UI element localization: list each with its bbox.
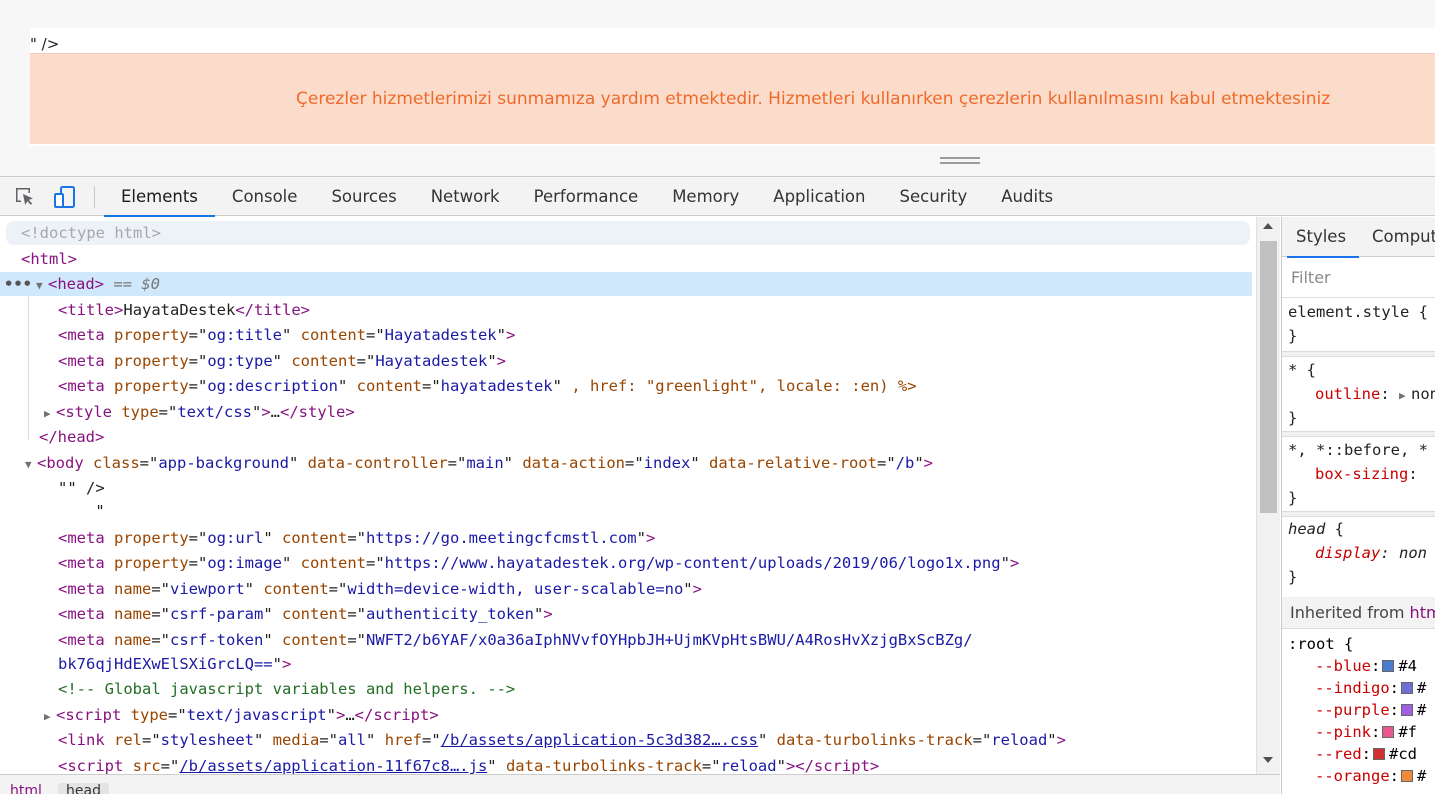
color-swatch[interactable] bbox=[1401, 770, 1413, 782]
color-swatch[interactable] bbox=[1382, 726, 1395, 738]
devtools-toolbar: Elements Console Sources Network Perform… bbox=[0, 176, 1435, 217]
dom-node-meta-og-title[interactable]: <meta property="og:title" content="Hayat… bbox=[0, 323, 1252, 347]
title-text: HayataDestek bbox=[123, 301, 236, 319]
inherited-from-header: Inherited from htm bbox=[1282, 597, 1435, 629]
tab-security[interactable]: Security bbox=[883, 177, 985, 216]
dom-node-meta-og-image[interactable]: <meta property="og:image" content="https… bbox=[0, 551, 1252, 575]
scroll-down-icon[interactable] bbox=[1263, 757, 1273, 763]
dom-node-link-stylesheet[interactable]: <link rel="stylesheet" media="all" href=… bbox=[0, 728, 1252, 752]
tab-performance[interactable]: Performance bbox=[517, 177, 656, 216]
doctype-text: <!doctype html> bbox=[21, 224, 161, 242]
script-link[interactable]: /b/assets/application-11f67c8….js bbox=[179, 757, 487, 774]
head-open-tag: <head> bbox=[48, 275, 104, 293]
tab-application[interactable]: Application bbox=[756, 177, 882, 216]
elements-scrollbar[interactable] bbox=[1256, 217, 1280, 774]
html-open-tag: <html> bbox=[21, 250, 77, 268]
dom-node-meta-og-description[interactable]: <meta property="og:description" content=… bbox=[0, 374, 1252, 398]
rule-box-sizing[interactable]: *, *::before, * box-sizing: } bbox=[1282, 438, 1435, 510]
stray-text: " /> bbox=[30, 35, 60, 53]
dom-node-meta-viewport[interactable]: <meta name="viewport" content="width=dev… bbox=[0, 577, 1252, 601]
rule-head[interactable]: head { display: non } bbox=[1282, 517, 1435, 589]
head-close-tag: </head> bbox=[39, 428, 105, 446]
expand-triangle-right-icon[interactable]: ▶ bbox=[1399, 384, 1411, 408]
elements-panel: <!doctype html> <html> ••• ▼ <head> == $0 … bbox=[0, 217, 1256, 774]
breadcrumb: html head bbox=[0, 774, 1280, 794]
dom-node-body[interactable]: ▼ <body class="app-background" data-contr… bbox=[0, 451, 1252, 475]
tab-memory[interactable]: Memory bbox=[655, 177, 756, 216]
device-toolbar-icon[interactable] bbox=[53, 185, 77, 209]
toolbar-separator bbox=[94, 186, 95, 208]
tab-console[interactable]: Console bbox=[215, 177, 315, 216]
rule-root[interactable]: :root { --blue: #4 --indigo: # --purple: # … bbox=[1282, 633, 1435, 787]
drawer-resize-handle[interactable] bbox=[940, 157, 980, 164]
scroll-up-icon[interactable] bbox=[1263, 223, 1273, 229]
breadcrumb-head[interactable]: head bbox=[58, 783, 109, 794]
inherited-from-link[interactable]: htm bbox=[1410, 603, 1435, 622]
styles-tabs: Styles Comput bbox=[1282, 217, 1435, 258]
dom-node-meta-og-url[interactable]: <meta property="og:url" content="https:/… bbox=[0, 526, 1252, 550]
devtools-tabs: Elements Console Sources Network Perform… bbox=[104, 177, 1070, 217]
dom-node-meta-csrf-param[interactable]: <meta name="csrf-param" content="authent… bbox=[0, 602, 1252, 626]
cookie-banner-text: Çerezler hizmetlerimizi sunmamıza yardım… bbox=[296, 89, 1331, 109]
page-content: " /> Çerezler hizmetlerimizi sunmamıza y… bbox=[30, 28, 1435, 146]
color-swatch[interactable] bbox=[1401, 682, 1413, 694]
tab-styles[interactable]: Styles bbox=[1286, 217, 1360, 258]
dom-text-node[interactable]: " bbox=[0, 499, 1252, 523]
styles-filter-input[interactable] bbox=[1282, 258, 1435, 298]
ellipsis-icon[interactable]: ••• bbox=[0, 275, 32, 293]
expand-triangle-right-icon[interactable]: ▶ bbox=[44, 402, 56, 426]
stylesheet-link[interactable]: /b/assets/application-5c3d382….css bbox=[441, 731, 758, 749]
title-tag-name: title bbox=[67, 301, 115, 319]
expand-triangle-right-icon[interactable]: ▶ bbox=[44, 705, 56, 729]
rule-separator bbox=[1282, 351, 1435, 357]
page-viewport: " /> Çerezler hizmetlerimizi sunmamıza y… bbox=[0, 0, 1435, 176]
expand-triangle-down-icon[interactable]: ▼ bbox=[25, 453, 37, 477]
dom-node-style[interactable]: ▶ <style type="text/css">…</style> bbox=[0, 400, 1252, 424]
color-swatch[interactable] bbox=[1382, 660, 1395, 672]
scroll-thumb[interactable] bbox=[1260, 241, 1277, 513]
dom-node-comment[interactable]: <!-- Global javascript variables and hel… bbox=[0, 677, 1252, 701]
expand-triangle-down-icon[interactable]: ▼ bbox=[36, 274, 48, 298]
tab-sources[interactable]: Sources bbox=[314, 177, 413, 216]
rule-separator bbox=[1282, 431, 1435, 437]
inspect-element-icon[interactable] bbox=[13, 185, 37, 209]
rule-element-style[interactable]: element.style { } bbox=[1282, 300, 1435, 348]
dom-node-head[interactable]: ••• ▼ <head> == $0 bbox=[0, 272, 1252, 296]
tab-network[interactable]: Network bbox=[414, 177, 517, 216]
dom-text-node[interactable]: "" /> bbox=[0, 476, 1252, 500]
color-swatch[interactable] bbox=[1401, 704, 1413, 716]
color-swatch[interactable] bbox=[1373, 748, 1386, 760]
dom-node-doctype[interactable]: <!doctype html> bbox=[6, 221, 1250, 245]
rule-universal[interactable]: * { outline: ▶non } bbox=[1282, 358, 1435, 430]
tab-computed[interactable]: Comput bbox=[1372, 217, 1435, 257]
dom-node-script-inline[interactable]: ▶ <script type="text/javascript">…</scrip… bbox=[0, 703, 1252, 727]
dom-node-title[interactable]: <title>HayataDestek</title> bbox=[0, 298, 1252, 322]
tab-elements[interactable]: Elements bbox=[104, 177, 215, 217]
styles-pane: Styles Comput element.style { } * { outl… bbox=[1281, 217, 1435, 794]
dom-node-meta-csrf-token-cont[interactable]: bk76qjHdEXwElSXiGrcLQ=="> bbox=[0, 652, 1252, 676]
breadcrumb-html[interactable]: html bbox=[2, 783, 50, 794]
selected-marker: == $0 bbox=[104, 275, 160, 293]
tab-audits[interactable]: Audits bbox=[984, 177, 1070, 216]
dom-node-meta-csrf-token[interactable]: <meta name="csrf-token" content="NWFT2/b… bbox=[0, 628, 1252, 652]
dom-node-html[interactable]: <html> bbox=[0, 247, 1252, 271]
cookie-banner: Çerezler hizmetlerimizi sunmamıza yardım… bbox=[30, 53, 1435, 144]
dom-node-script-src[interactable]: <script src="/b/assets/application-11f67… bbox=[0, 754, 1252, 774]
dom-node-head-close[interactable]: </head> bbox=[0, 425, 1252, 449]
dom-node-meta-og-type[interactable]: <meta property="og:type" content="Hayata… bbox=[0, 349, 1252, 373]
